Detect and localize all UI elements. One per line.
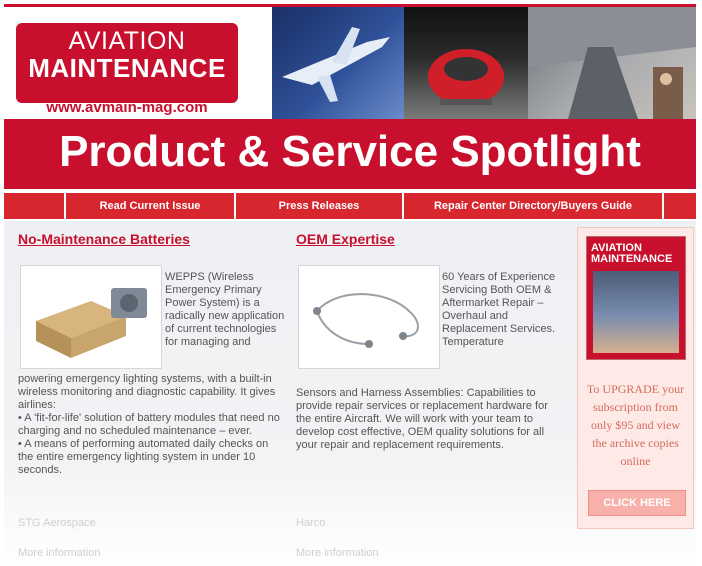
helicopter-icon bbox=[404, 27, 528, 105]
battery-icon bbox=[36, 288, 147, 358]
nav-item-repair-center-directory[interactable]: Repair Center Directory/Buyers Guide bbox=[404, 193, 662, 219]
harness-image[interactable] bbox=[298, 265, 440, 369]
upgrade-text: To UPGRADE your subscription from only $… bbox=[586, 382, 685, 468]
more-information-link[interactable]: More information bbox=[296, 547, 379, 559]
cover-photo bbox=[593, 271, 679, 353]
harness-icon bbox=[313, 293, 419, 348]
jet-icon bbox=[282, 27, 390, 102]
article-title[interactable]: No-Maintenance Batteries bbox=[18, 231, 286, 247]
article-no-maintenance-batteries: No-Maintenance Batteries bbox=[18, 231, 286, 247]
article-body-text: powering emergency lighting systems, wit… bbox=[18, 373, 280, 476]
click-here-button[interactable]: CLICK HERE bbox=[588, 490, 686, 516]
top-nav: Read Current Issue Press Releases Repair… bbox=[4, 193, 696, 219]
cover-title: AVIATION MAINTENANCE bbox=[591, 242, 673, 265]
article-oem-expertise: OEM Expertise bbox=[296, 231, 564, 247]
article-body-text: Sensors and Harness Assemblies: Capabili… bbox=[296, 387, 548, 451]
hangar-photo bbox=[528, 7, 696, 119]
jet-photo bbox=[272, 7, 404, 119]
magazine-cover[interactable]: AVIATION MAINTENANCE bbox=[586, 236, 686, 360]
magazine-logo[interactable]: AVIATION MAINTENANCE bbox=[16, 23, 238, 103]
battery-image[interactable] bbox=[20, 265, 162, 369]
logo-line1: AVIATION bbox=[68, 27, 186, 55]
nav-item-press-releases[interactable]: Press Releases bbox=[236, 193, 402, 219]
website-link[interactable]: www.avmain-mag.com bbox=[16, 99, 238, 116]
article-intro-text: 60 Years of Experience Servicing Both OE… bbox=[442, 271, 556, 348]
nav-item-left-spacer bbox=[4, 193, 64, 219]
nav-item-read-current-issue[interactable]: Read Current Issue bbox=[66, 193, 234, 219]
article-title[interactable]: OEM Expertise bbox=[296, 231, 564, 247]
newsletter-frame: AVIATION MAINTENANCE www.avmain-mag.com bbox=[4, 4, 696, 566]
hangar-icon bbox=[528, 7, 696, 119]
subscription-ad: AVIATION MAINTENANCE To UPGRADE your sub… bbox=[577, 227, 694, 529]
company-name: Harco bbox=[296, 517, 326, 529]
company-name: STG Aerospace bbox=[18, 517, 96, 529]
nav-item-right-spacer bbox=[664, 193, 696, 219]
article-intro-text: WEPPS (Wireless Emergency Primary Power … bbox=[165, 271, 285, 348]
spotlight-banner: Product & Service Spotlight bbox=[4, 119, 696, 189]
more-information-link[interactable]: More information bbox=[18, 547, 101, 559]
header: AVIATION MAINTENANCE www.avmain-mag.com bbox=[4, 7, 696, 119]
helicopter-photo bbox=[404, 7, 528, 119]
logo-line2: MAINTENANCE bbox=[28, 53, 226, 83]
banner-title: Product & Service Spotlight bbox=[59, 127, 641, 176]
